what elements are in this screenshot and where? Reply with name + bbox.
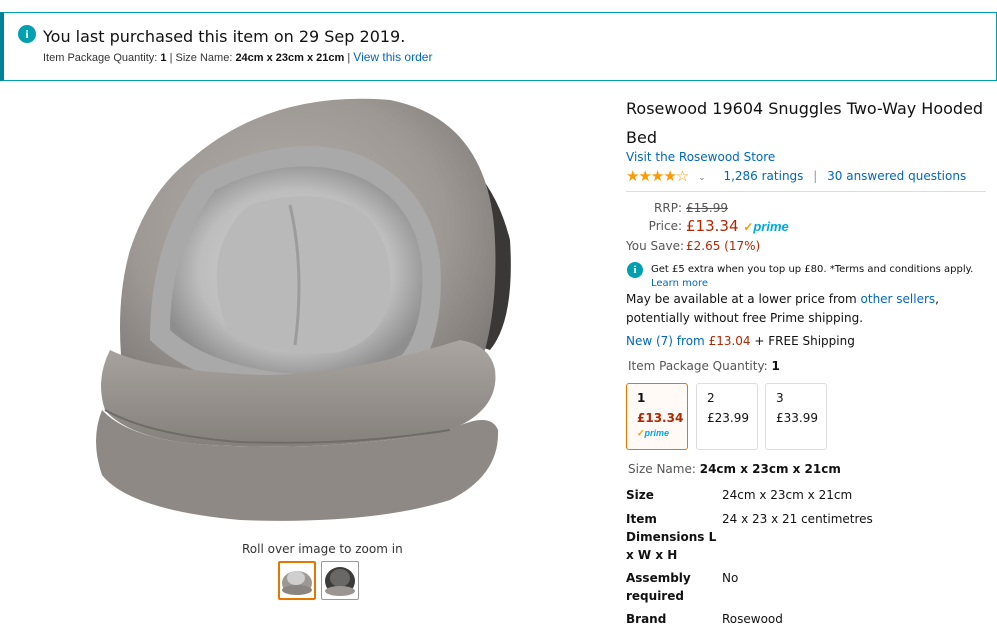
- qty-option-2[interactable]: 2 £23.99: [696, 383, 758, 450]
- qty-option-1[interactable]: 1 £13.34 ✓prime: [626, 383, 688, 450]
- prime-check-icon: ✓: [743, 220, 754, 234]
- new-offers-link[interactable]: New (7) from: [626, 334, 705, 348]
- banner-size-label: Size Name:: [175, 52, 233, 64]
- rrp-value: £15.99: [686, 201, 728, 215]
- price-value: £13.34: [686, 217, 739, 235]
- learn-more-link[interactable]: Learn more: [651, 278, 708, 289]
- size-name-value: 24cm x 23cm x 21cm: [699, 462, 841, 476]
- qty-selected-value: 1: [771, 359, 780, 373]
- qty-label: Item Package Quantity: 1: [628, 359, 780, 373]
- lower-price-note: May be available at a lower price from o…: [626, 292, 939, 325]
- other-sellers-link[interactable]: other sellers: [861, 292, 936, 306]
- spec-key-size: Size: [626, 488, 654, 502]
- divider: [626, 191, 986, 192]
- ratings-count-link[interactable]: 1,286 ratings: [723, 169, 803, 183]
- banner-details: Item Package Quantity: 1 | Size Name: 24…: [43, 50, 433, 64]
- banner-title: You last purchased this item on 29 Sep 2…: [43, 27, 406, 46]
- main-product-image[interactable]: [90, 90, 520, 530]
- new-offers-row: New (7) from £13.04 + FREE Shipping: [626, 334, 855, 348]
- spec-value-dimensions: 24 x 23 x 21 centimetres: [722, 512, 873, 526]
- spec-key-assembly: Assembly required: [626, 571, 691, 603]
- free-shipping-label: + FREE Shipping: [754, 334, 855, 348]
- rrp-label: RRP:: [654, 201, 682, 215]
- answered-questions-link[interactable]: 30 answered questions: [827, 169, 966, 183]
- last-purchased-banner: i You last purchased this item on 29 Sep…: [0, 12, 997, 81]
- star-rating-icon[interactable]: ★★★★☆: [626, 167, 689, 185]
- topup-text: Get £5 extra when you top up £80. *Terms…: [651, 264, 974, 275]
- zoom-hint: Roll over image to zoom in: [242, 542, 403, 556]
- banner-size-value: 24cm x 23cm x 21cm: [235, 52, 345, 64]
- prime-badge: ✓prime: [743, 219, 789, 234]
- spec-value-brand: Rosewood: [722, 612, 783, 626]
- spec-value-assembly: No: [722, 571, 739, 585]
- prime-badge: ✓prime: [637, 428, 670, 438]
- size-name-label: Size Name: 24cm x 23cm x 21cm: [628, 462, 841, 476]
- spec-key-dimensions: Item Dimensions L x W x H: [626, 512, 717, 562]
- spec-key-brand: Brand: [626, 612, 667, 626]
- thumbnail-back[interactable]: [321, 561, 359, 600]
- save-value: £2.65 (17%): [686, 239, 761, 253]
- banner-qty-value: 1: [160, 52, 167, 64]
- view-order-link[interactable]: View this order: [353, 50, 432, 64]
- qty-option-3[interactable]: 3 £33.99: [765, 383, 827, 450]
- price-row: £13.34 ✓prime: [686, 217, 789, 235]
- chevron-down-icon[interactable]: ⌄: [698, 173, 706, 183]
- save-label: You Save:: [626, 239, 684, 253]
- topup-offer: Get £5 extra when you top up £80. *Terms…: [651, 263, 991, 291]
- spec-value-size: 24cm x 23cm x 21cm: [722, 488, 853, 502]
- store-link[interactable]: Visit the Rosewood Store: [626, 150, 775, 164]
- price-label: Price:: [648, 219, 682, 233]
- new-offers-price[interactable]: £13.04: [709, 334, 751, 348]
- product-title: Rosewood 19604 Snuggles Two-Way Hooded B…: [626, 99, 984, 147]
- banner-qty-label: Item Package Quantity:: [43, 52, 158, 64]
- info-icon: i: [627, 262, 643, 278]
- rating-row: ★★★★☆ ⌄ 1,286 ratings | 30 answered ques…: [626, 167, 967, 185]
- info-icon: i: [18, 25, 36, 43]
- thumbnail-front[interactable]: [278, 561, 316, 600]
